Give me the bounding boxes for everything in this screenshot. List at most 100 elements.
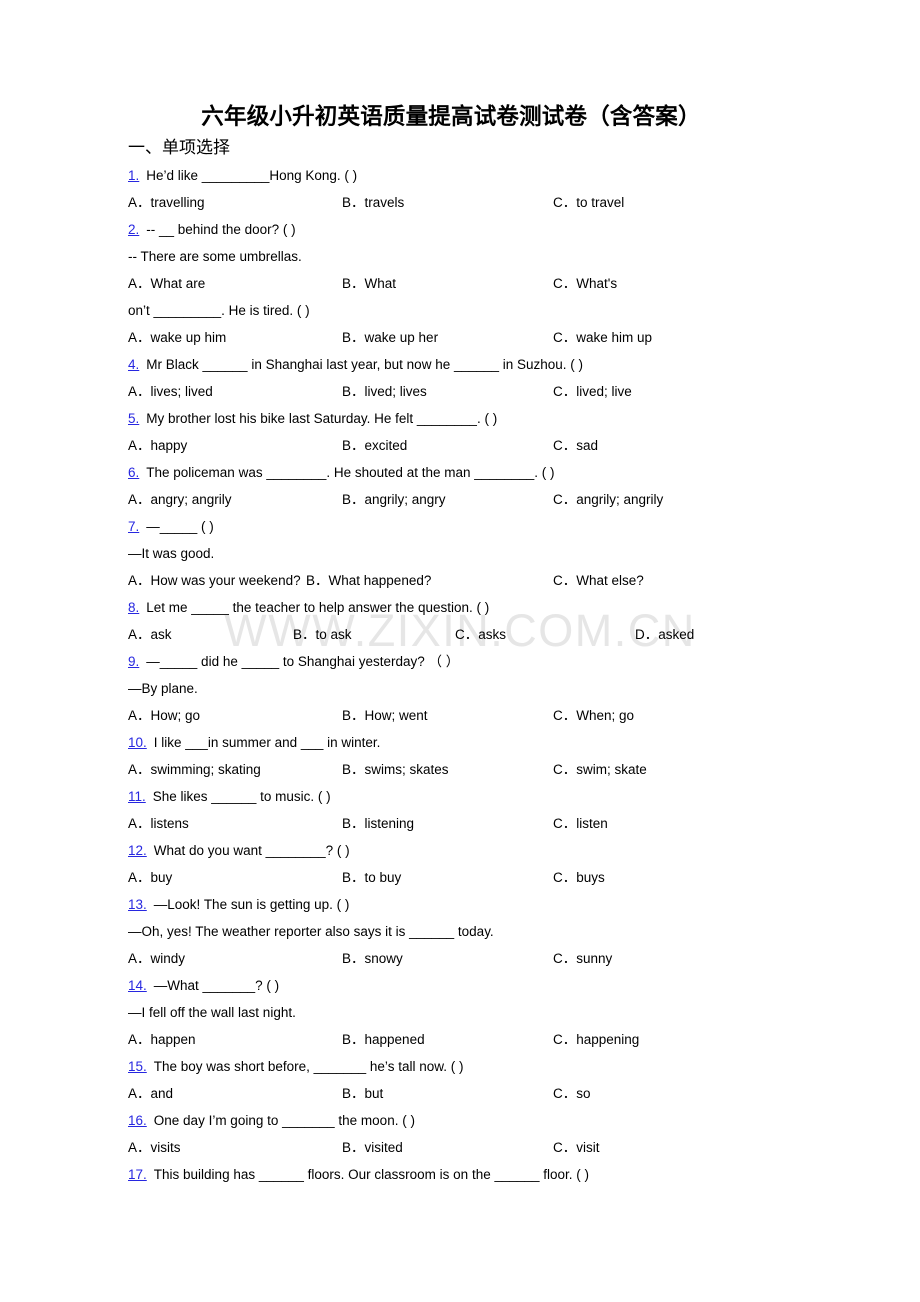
option-choice[interactable]: A．and	[128, 1080, 342, 1107]
option-label: C．	[553, 384, 577, 400]
option-choice[interactable]: C．asks	[455, 621, 635, 648]
option-choice[interactable]: B．excited	[342, 432, 553, 459]
question-text: The boy was short before, _______ he’s t…	[153, 1059, 464, 1075]
option-choice[interactable]: D．asked	[635, 621, 694, 648]
option-choice[interactable]: C．angrily; angrily	[553, 486, 663, 513]
option-choice[interactable]: A．How was your weekend?	[128, 567, 306, 594]
option-text: happy	[150, 438, 188, 454]
option-choice[interactable]: A．visits	[128, 1134, 342, 1161]
question-text: What do you want ________? ( )	[153, 843, 350, 859]
option-choice[interactable]: A．windy	[128, 945, 342, 972]
option-choice[interactable]: A．happy	[128, 432, 342, 459]
option-choice[interactable]: C．so	[553, 1080, 591, 1107]
option-choice[interactable]: C．sad	[553, 432, 598, 459]
question-text: One day I’m going to _______ the moon. (…	[153, 1113, 415, 1129]
option-choice[interactable]: A．lives; lived	[128, 378, 342, 405]
option-label: C．	[553, 762, 577, 778]
option-choice[interactable]: B．snowy	[342, 945, 553, 972]
question-text: She likes ______ to music. ( )	[152, 789, 331, 805]
option-choice[interactable]: B．What	[342, 270, 553, 297]
question-text: —_____ ( )	[146, 519, 214, 535]
option-choice[interactable]: A．What are	[128, 270, 342, 297]
option-text: sad	[576, 438, 599, 454]
option-choice[interactable]: A．wake up him	[128, 324, 342, 351]
option-text: and	[150, 1086, 174, 1102]
option-text: to buy	[364, 870, 402, 886]
question-stem: 17. This building has ______ floors. Our …	[128, 1161, 920, 1188]
question-number: 13.	[128, 897, 147, 913]
option-choice[interactable]: C．swim; skate	[553, 756, 647, 783]
option-choice[interactable]: B．How; went	[342, 702, 553, 729]
option-text: lived; lives	[364, 384, 427, 400]
question-text: I like ___in summer and ___ in winter.	[153, 735, 381, 751]
option-label: A．	[128, 708, 151, 724]
option-choice[interactable]: C．visit	[553, 1134, 600, 1161]
option-choice[interactable]: A．angry; angrily	[128, 486, 342, 513]
option-text: What happened?	[328, 573, 432, 589]
option-choice[interactable]: A．How; go	[128, 702, 342, 729]
option-text: buys	[576, 870, 605, 886]
question-text: Mr Black ______ in Shanghai last year, b…	[146, 357, 584, 373]
question-stem: 4. Mr Black ______ in Shanghai last year,…	[128, 351, 920, 378]
option-choice[interactable]: A．happen	[128, 1026, 342, 1053]
option-choice[interactable]: B．visited	[342, 1134, 553, 1161]
option-choice[interactable]: A．listens	[128, 810, 342, 837]
question-reply-line: —It was good.	[128, 540, 920, 567]
option-choice[interactable]: B．lived; lives	[342, 378, 553, 405]
option-text: happened	[364, 1032, 425, 1048]
option-choice[interactable]: B．but	[342, 1080, 553, 1107]
option-text: angrily; angry	[364, 492, 446, 508]
question-text: on’t _________. He is tired. ( )	[128, 303, 310, 319]
option-text: What's	[576, 276, 618, 292]
option-choice[interactable]: C．When; go	[553, 702, 634, 729]
option-choice[interactable]: B．angrily; angry	[342, 486, 553, 513]
option-choice[interactable]: A．travelling	[128, 189, 342, 216]
option-choice[interactable]: C．sunny	[553, 945, 612, 972]
option-choice[interactable]: C．buys	[553, 864, 605, 891]
option-row: A．visits B．visited C．visit	[128, 1134, 920, 1161]
option-choice[interactable]: A．buy	[128, 864, 342, 891]
option-choice[interactable]: A．swimming; skating	[128, 756, 342, 783]
option-text: to travel	[576, 195, 625, 211]
option-text: asks	[478, 627, 507, 643]
option-text: visit	[576, 1140, 600, 1156]
option-text: visits	[150, 1140, 181, 1156]
question-text: —Look! The sun is getting up. ( )	[153, 897, 350, 913]
option-choice[interactable]: C．What's	[553, 270, 617, 297]
option-choice[interactable]: B．wake up her	[342, 324, 553, 351]
option-choice[interactable]: B．travels	[342, 189, 553, 216]
option-label: C．	[553, 1140, 577, 1156]
option-label: B．	[342, 276, 365, 292]
option-choice[interactable]: C．lived; live	[553, 378, 632, 405]
option-label: C．	[553, 951, 577, 967]
option-choice[interactable]: C．wake him up	[553, 324, 652, 351]
option-choice[interactable]: C．to travel	[553, 189, 624, 216]
option-choice[interactable]: B．happened	[342, 1026, 553, 1053]
option-text: What else?	[576, 573, 644, 589]
option-text: travelling	[150, 195, 205, 211]
question-stem: on’t _________. He is tired. ( )	[128, 297, 920, 324]
option-row: A．ask B．to ask C．asks D．asked	[128, 621, 920, 648]
option-choice[interactable]: B．What happened?	[306, 567, 553, 594]
option-choice[interactable]: C．What else?	[553, 567, 644, 594]
option-choice[interactable]: C．listen	[553, 810, 608, 837]
section-heading-multiple-choice: 一、单项选择	[128, 138, 230, 158]
option-text: How was your weekend?	[150, 573, 301, 589]
option-choice[interactable]: C．happening	[553, 1026, 639, 1053]
option-label: B．	[342, 1086, 365, 1102]
option-label: C．	[553, 870, 577, 886]
question-text: —What _______? ( )	[153, 978, 280, 994]
option-label: D．	[635, 627, 659, 643]
option-choice[interactable]: B．listening	[342, 810, 553, 837]
option-text: When; go	[576, 708, 635, 724]
question-reply-line: -- There are some umbrellas.	[128, 243, 920, 270]
option-row: A．windy B．snowy C．sunny	[128, 945, 920, 972]
option-choice[interactable]: B．to ask	[293, 621, 455, 648]
option-label: B．	[342, 870, 365, 886]
option-choice[interactable]: B．to buy	[342, 864, 553, 891]
option-choice[interactable]: B．swims; skates	[342, 756, 553, 783]
option-row: A．swimming; skating B．swims; skates C．swim…	[128, 756, 920, 783]
question-stem: 1. He’d like _________Hong Kong. ( )	[128, 162, 920, 189]
option-choice[interactable]: A．ask	[128, 621, 293, 648]
option-text: but	[364, 1086, 384, 1102]
